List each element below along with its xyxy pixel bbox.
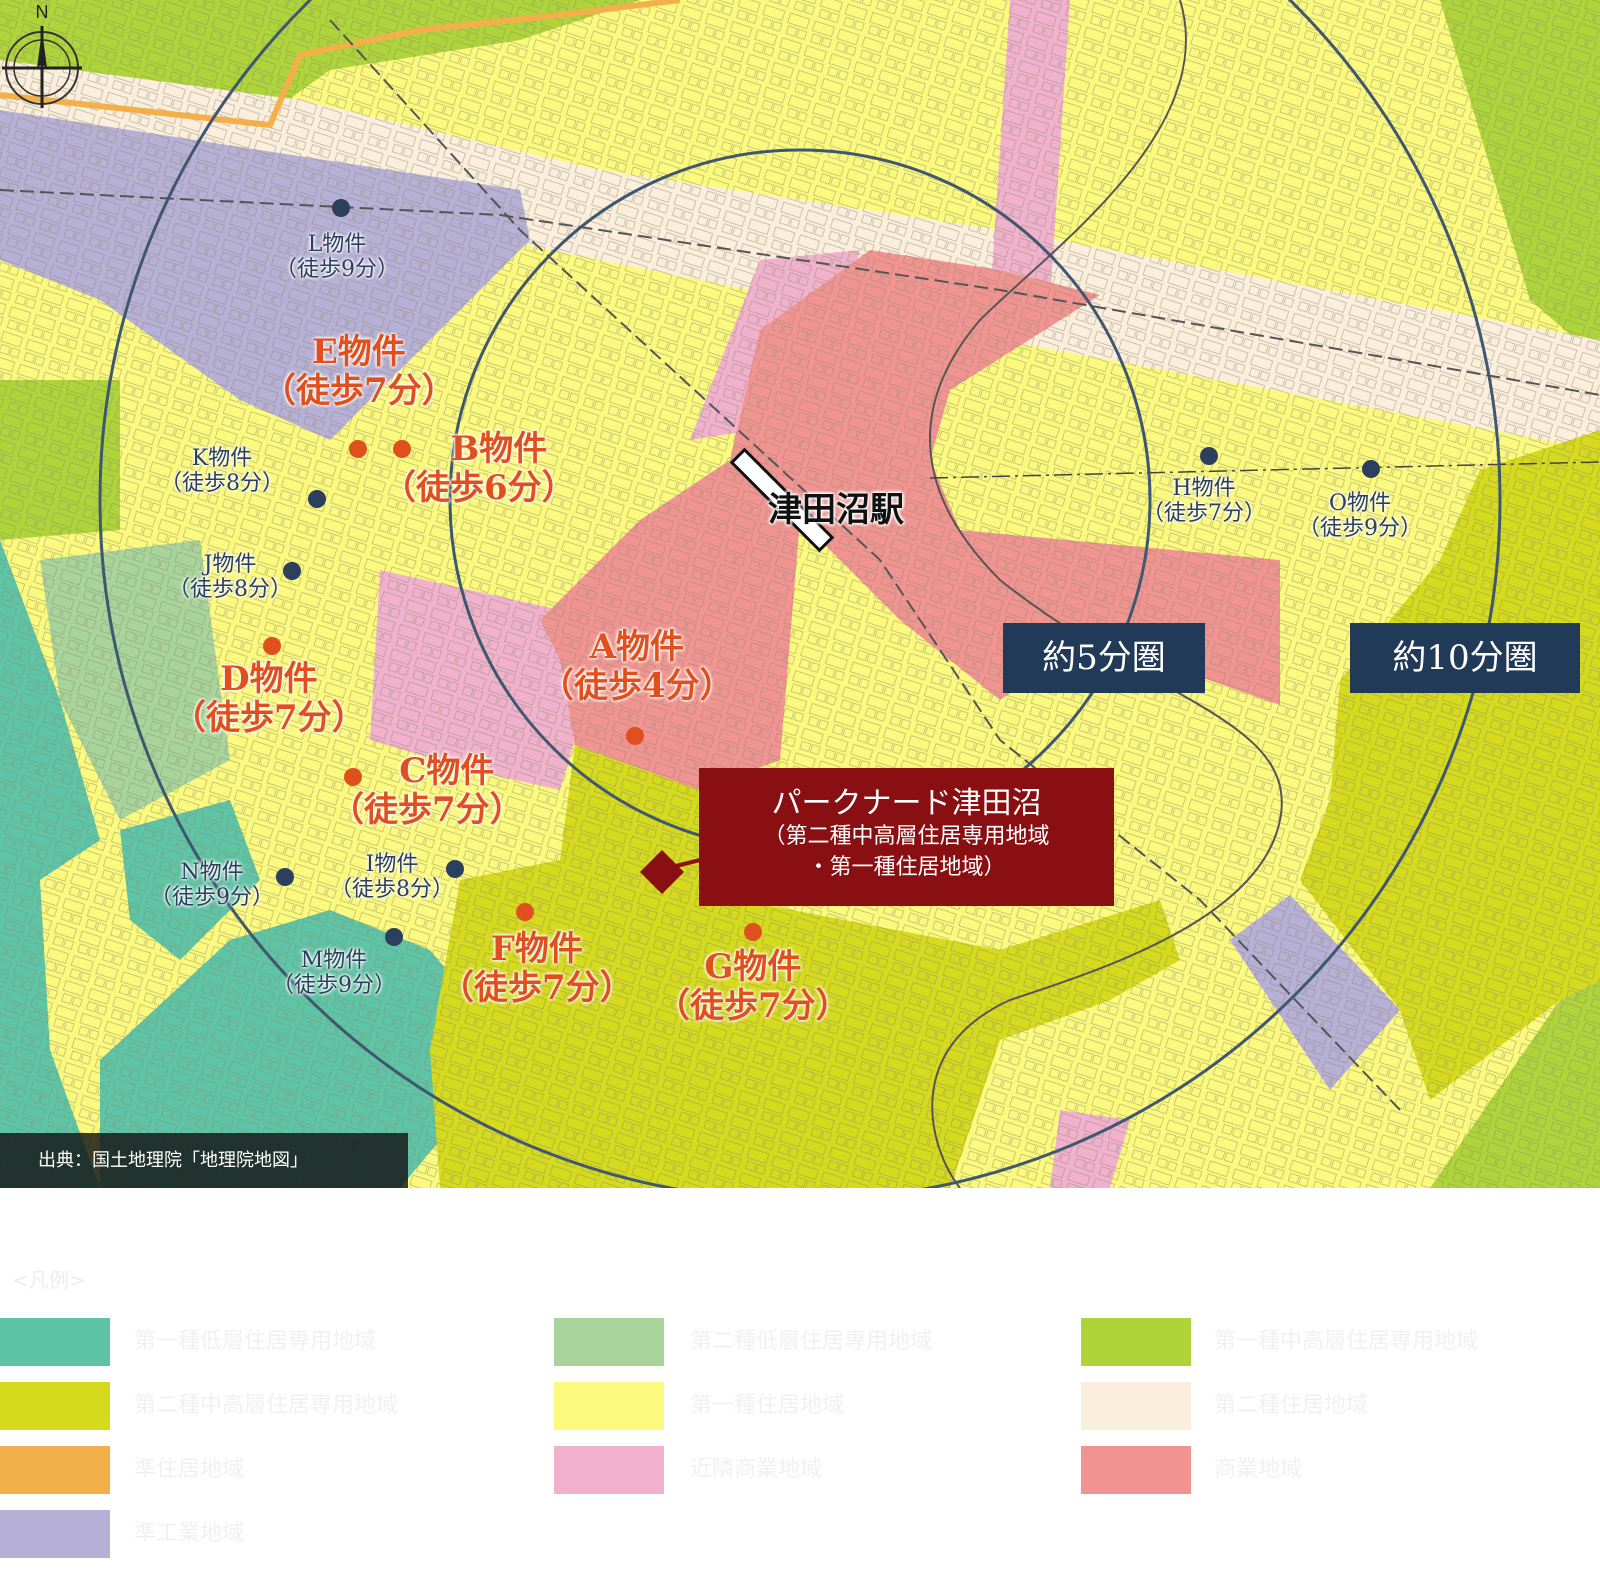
property-dot-O[interactable] xyxy=(1362,460,1380,478)
property-name-N: N物件 xyxy=(180,860,244,885)
legend-swatch-cream xyxy=(1081,1382,1191,1430)
property-label-J: J物件 （徒歩8分） xyxy=(168,552,292,603)
property-walk-D: （徒歩7分） xyxy=(172,698,366,739)
property-dot-E1[interactable] xyxy=(349,440,367,458)
legend-text-cream: 第二種住居地域 xyxy=(1214,1393,1369,1418)
compass-icon: N xyxy=(2,2,82,108)
property-walk-H: （徒歩7分） xyxy=(1142,501,1266,527)
property-name-G: G物件 xyxy=(704,947,802,987)
property-name-H: H物件 xyxy=(1172,476,1236,501)
site-zoning-line1: （第二種中高層住居専用地域 xyxy=(763,824,1050,849)
property-dot-L[interactable] xyxy=(332,199,350,217)
property-label-O: O物件 （徒歩9分） xyxy=(1298,491,1422,542)
property-walk-G: （徒歩7分） xyxy=(656,986,850,1027)
property-dot-A[interactable] xyxy=(626,727,644,745)
property-name-J: J物件 xyxy=(203,552,257,577)
legend-swatch-lavender xyxy=(0,1510,110,1558)
property-name-F: F物件 xyxy=(490,929,583,969)
property-name-E: E物件 xyxy=(311,332,406,372)
property-dot-G[interactable] xyxy=(744,923,762,941)
legend-text-salmon: 商業地域 xyxy=(1214,1457,1303,1482)
property-walk-L: （徒歩9分） xyxy=(275,257,399,283)
property-walk-B: （徒歩6分） xyxy=(382,468,576,509)
property-name-O: O物件 xyxy=(1328,491,1392,516)
legend-text-teal: 第一種低層住居専用地域 xyxy=(134,1329,377,1354)
property-name-L: L物件 xyxy=(307,232,367,257)
property-label-B: B物件 （徒歩6分） xyxy=(382,429,576,509)
property-dot-D[interactable] xyxy=(263,637,281,655)
property-walk-I: （徒歩8分） xyxy=(330,877,454,903)
site-zoning-line2: ・第一種住居地域） xyxy=(807,854,1006,880)
legend-swatch-orange xyxy=(0,1446,110,1494)
property-name-M: M物件 xyxy=(300,948,368,973)
property-label-F: F物件 （徒歩7分） xyxy=(440,929,634,1009)
ring-label-5min: 約5分圏 xyxy=(1003,623,1205,693)
property-name-D: D物件 xyxy=(220,659,318,699)
property-walk-C: （徒歩7分） xyxy=(330,790,524,831)
property-label-A: A物件 （徒歩4分） xyxy=(540,627,734,707)
legend-swatch-olive xyxy=(0,1382,110,1430)
property-label-H: H物件 （徒歩7分） xyxy=(1142,476,1266,527)
legend-swatch-teal xyxy=(0,1318,110,1366)
legend-text-lightgreen: 第二種低層住居専用地域 xyxy=(690,1329,933,1354)
property-dot-H[interactable] xyxy=(1200,447,1218,465)
property-walk-K: （徒歩8分） xyxy=(160,471,284,497)
property-label-C: C物件 （徒歩7分） xyxy=(330,751,524,831)
legend-swatch-pink xyxy=(554,1446,664,1494)
property-walk-E: （徒歩7分） xyxy=(262,371,456,412)
property-walk-F: （徒歩7分） xyxy=(440,968,634,1009)
property-label-K: K物件 （徒歩8分） xyxy=(160,446,284,497)
property-label-D: D物件 （徒歩7分） xyxy=(172,659,366,739)
legend-text-yellow: 第一種住居地域 xyxy=(690,1393,845,1418)
zoning-legend: <凡例> 第一種低層住居専用地域 第二種低層住居専用地域 第一種中高層住居専用地… xyxy=(0,1190,1600,1590)
property-dot-M[interactable] xyxy=(385,928,403,946)
property-walk-J: （徒歩8分） xyxy=(168,577,292,603)
legend-swatch-salmon xyxy=(1081,1446,1191,1494)
legend-text-olive: 第二種中高層住居専用地域 xyxy=(134,1393,399,1418)
legend-text-orange: 準住居地域 xyxy=(134,1457,245,1482)
property-label-G: G物件 （徒歩7分） xyxy=(656,947,850,1027)
property-name-K: K物件 xyxy=(191,446,253,471)
site-label-box[interactable]: パークナード津田沼 （第二種中高層住居専用地域 ・第一種住居地域） xyxy=(699,768,1114,906)
property-name-C: C物件 xyxy=(399,751,495,791)
property-dot-N[interactable] xyxy=(276,868,294,886)
legend-title: <凡例> xyxy=(12,1268,86,1292)
compass-north-letter: N xyxy=(36,2,49,22)
property-label-E: E物件 （徒歩7分） xyxy=(262,332,456,412)
property-label-M: M物件 （徒歩9分） xyxy=(272,948,396,999)
legend-swatch-lightgreen xyxy=(554,1318,664,1366)
legend-text-lavender: 準工業地域 xyxy=(134,1521,245,1546)
site-name: パークナード津田沼 xyxy=(771,786,1042,821)
property-name-B: B物件 xyxy=(450,429,548,469)
property-walk-A: （徒歩4分） xyxy=(540,666,734,707)
property-label-I: I物件 （徒歩8分） xyxy=(330,852,454,903)
station-label: 津田沼駅 xyxy=(768,490,904,530)
legend-text-green: 第一種中高層住居専用地域 xyxy=(1214,1329,1479,1354)
property-label-N: N物件 （徒歩9分） xyxy=(150,860,274,911)
legend-swatch-yellow xyxy=(554,1382,664,1430)
property-label-L: L物件 （徒歩9分） xyxy=(275,232,399,283)
property-dot-F[interactable] xyxy=(516,903,534,921)
property-walk-M: （徒歩9分） xyxy=(272,973,396,999)
property-walk-O: （徒歩9分） xyxy=(1298,516,1422,542)
property-name-I: I物件 xyxy=(365,852,419,877)
property-dot-K[interactable] xyxy=(308,490,326,508)
property-walk-N: （徒歩9分） xyxy=(150,885,274,911)
ring-label-10min: 約10分圏 xyxy=(1350,623,1580,693)
legend-swatch-green xyxy=(1081,1318,1191,1366)
map-credit: 出典：国土地理院「地理院地図」 xyxy=(0,1133,408,1188)
property-name-A: A物件 xyxy=(589,627,685,667)
legend-text-pink: 近隣商業地域 xyxy=(690,1457,823,1482)
zoning-map: L物件 （徒歩9分） E物件 （徒歩7分） B物件 （徒歩6分） K物件 （徒歩… xyxy=(0,0,1600,1188)
